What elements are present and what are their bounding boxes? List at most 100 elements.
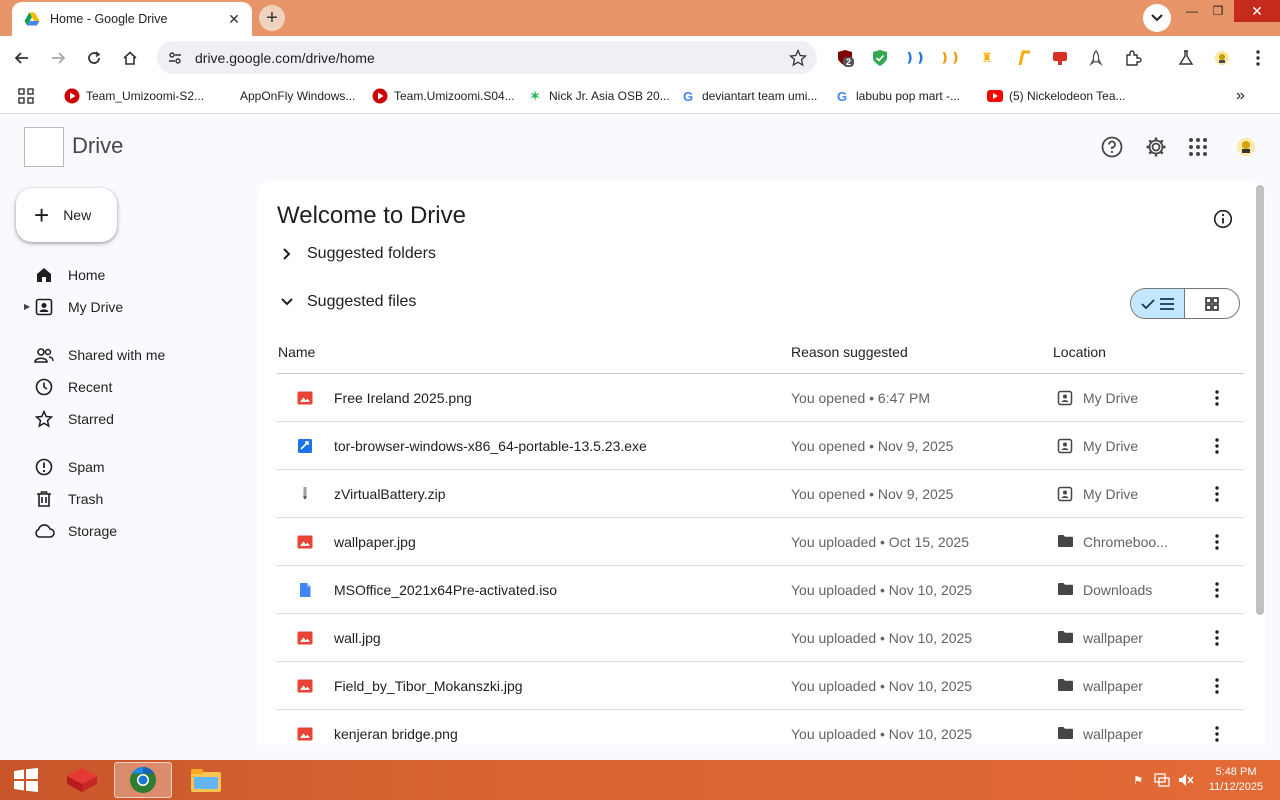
column-name[interactable]: Name: [278, 344, 315, 360]
restore-button[interactable]: ❐: [1204, 0, 1232, 22]
bookmark-item[interactable]: ✶ Nick Jr. Asia OSB 20...: [527, 87, 670, 105]
bookmark-item[interactable]: Team.Umizoomi.S04...: [372, 87, 515, 105]
url-text[interactable]: drive.google.com/drive/home: [195, 50, 789, 66]
grid-view-button[interactable]: [1185, 289, 1239, 318]
file-name[interactable]: zVirtualBattery.zip: [334, 486, 446, 502]
file-location[interactable]: wallpaper: [1083, 678, 1143, 694]
wave-extension-icon[interactable]: ❫❫: [904, 48, 926, 68]
volume-muted-icon[interactable]: [1178, 772, 1194, 788]
table-row[interactable]: Free Ireland 2025.png You opened • 6:47 P…: [277, 374, 1244, 422]
table-row[interactable]: kenjeran bridge.png You uploaded • Nov 10…: [277, 710, 1244, 745]
close-window-button[interactable]: ✕: [1234, 0, 1280, 22]
suggested-files-toggle[interactable]: Suggested files: [279, 293, 416, 311]
suggested-folders-toggle[interactable]: Suggested folders: [279, 245, 436, 263]
nav-item-home[interactable]: Home: [33, 262, 105, 288]
table-row[interactable]: Field_by_Tibor_Mokanszki.jpg You uploaded…: [277, 662, 1244, 710]
tab-close-icon[interactable]: ✕: [226, 11, 242, 27]
more-actions-icon[interactable]: [1207, 676, 1227, 696]
action-center-flag-icon[interactable]: ⚑: [1130, 772, 1146, 788]
ublock-extension-icon[interactable]: 2: [835, 48, 855, 68]
file-location[interactable]: My Drive: [1083, 438, 1138, 454]
table-row[interactable]: wallpaper.jpg You uploaded • Oct 15, 2025…: [277, 518, 1244, 566]
scrollbar[interactable]: [1256, 185, 1264, 615]
table-row[interactable]: MSOffice_2021x64Pre-activated.iso You upl…: [277, 566, 1244, 614]
home-button[interactable]: [117, 45, 143, 71]
more-actions-icon[interactable]: [1207, 724, 1227, 744]
bookmark-item[interactable]: (5) Nickelodeon Tea...: [987, 87, 1126, 105]
nav-item-trash[interactable]: Trash: [33, 486, 103, 512]
rocket-extension-icon[interactable]: [1086, 48, 1106, 68]
file-location[interactable]: Downloads: [1083, 582, 1152, 598]
settings-gear-icon[interactable]: [1144, 135, 1168, 159]
taskbar-clock[interactable]: 5:48 PM 11/12/2025: [1200, 765, 1272, 795]
back-button[interactable]: [9, 45, 35, 71]
site-info-icon[interactable]: [167, 50, 183, 66]
more-actions-icon[interactable]: [1207, 580, 1227, 600]
file-location[interactable]: Chromeboo...: [1083, 534, 1168, 550]
file-name[interactable]: Field_by_Tibor_Mokanszki.jpg: [334, 678, 523, 694]
network-icon[interactable]: [1154, 772, 1170, 788]
nav-item-shared[interactable]: Shared with me: [33, 342, 165, 368]
app-title[interactable]: Drive: [72, 133, 123, 159]
bookmark-item[interactable]: AppOnFly Windows...: [240, 87, 355, 105]
file-location[interactable]: wallpaper: [1083, 630, 1143, 646]
orange-extension-icon[interactable]: [1014, 48, 1034, 68]
address-bar[interactable]: drive.google.com/drive/home: [157, 41, 817, 74]
new-tab-button[interactable]: +: [259, 5, 285, 31]
taskbar-app-cube[interactable]: [60, 762, 104, 798]
bookmark-star-icon[interactable]: [789, 48, 807, 67]
nav-item-starred[interactable]: Starred: [33, 406, 114, 432]
file-name[interactable]: wallpaper.jpg: [334, 534, 416, 550]
expand-caret-icon[interactable]: ▶: [24, 302, 30, 311]
more-actions-icon[interactable]: [1207, 628, 1227, 648]
table-row[interactable]: tor-browser-windows-x86_64-portable-13.5…: [277, 422, 1244, 470]
nav-item-my-drive[interactable]: My Drive: [33, 294, 123, 320]
apps-grid-icon[interactable]: [18, 87, 34, 105]
more-actions-icon[interactable]: [1207, 484, 1227, 504]
extensions-puzzle-icon[interactable]: [1123, 48, 1143, 68]
profile-avatar-icon[interactable]: [1212, 48, 1232, 68]
file-name[interactable]: kenjeran bridge.png: [334, 726, 458, 742]
info-icon[interactable]: [1213, 209, 1233, 229]
more-actions-icon[interactable]: [1207, 388, 1227, 408]
nav-item-storage[interactable]: Storage: [33, 518, 117, 544]
file-location[interactable]: My Drive: [1083, 390, 1138, 406]
account-avatar[interactable]: [1234, 135, 1258, 159]
new-button[interactable]: + New: [16, 188, 117, 242]
file-name[interactable]: MSOffice_2021x64Pre-activated.iso: [334, 582, 557, 598]
file-name[interactable]: Free Ireland 2025.png: [334, 390, 472, 406]
file-location[interactable]: My Drive: [1083, 486, 1138, 502]
start-button[interactable]: [6, 762, 46, 798]
nav-item-spam[interactable]: Spam: [33, 454, 105, 480]
nav-item-recent[interactable]: Recent: [33, 374, 112, 400]
bookmark-item[interactable]: G deviantart team umi...: [680, 87, 817, 105]
help-icon[interactable]: [1100, 135, 1124, 159]
signal-extension-icon[interactable]: ❫❫: [939, 48, 961, 68]
person-extension-icon[interactable]: ♜: [977, 48, 997, 68]
list-view-button[interactable]: [1131, 289, 1186, 318]
bookmark-item[interactable]: G labubu pop mart -...: [834, 87, 960, 105]
file-name[interactable]: tor-browser-windows-x86_64-portable-13.5…: [334, 438, 647, 454]
taskbar-app-chrome[interactable]: [114, 762, 172, 798]
bookmark-item[interactable]: Team_Umizoomi-S2...: [64, 87, 204, 105]
more-bookmarks-icon[interactable]: »: [1236, 87, 1245, 105]
minimize-button[interactable]: —: [1178, 0, 1206, 22]
file-location[interactable]: wallpaper: [1083, 726, 1143, 742]
tab-search-button[interactable]: [1143, 4, 1171, 32]
taskbar-app-explorer[interactable]: [184, 762, 228, 798]
table-row[interactable]: zVirtualBattery.zip You opened • Nov 9, 2…: [277, 470, 1244, 518]
more-actions-icon[interactable]: [1207, 532, 1227, 552]
browser-tab-active[interactable]: Home - Google Drive ✕: [12, 2, 252, 36]
labs-flask-icon[interactable]: [1176, 48, 1196, 68]
more-actions-icon[interactable]: [1207, 436, 1227, 456]
drive-logo-icon[interactable]: [24, 127, 64, 167]
file-name[interactable]: wall.jpg: [334, 630, 381, 646]
shield-extension-icon[interactable]: [870, 48, 890, 68]
dislike-extension-icon[interactable]: [1050, 48, 1070, 68]
youtube-icon: [987, 88, 1003, 104]
forward-button[interactable]: [45, 45, 71, 71]
browser-menu-icon[interactable]: [1248, 48, 1268, 68]
google-apps-icon[interactable]: [1186, 135, 1210, 159]
reload-button[interactable]: [81, 45, 107, 71]
table-row[interactable]: wall.jpg You uploaded • Nov 10, 2025 wallp…: [277, 614, 1244, 662]
